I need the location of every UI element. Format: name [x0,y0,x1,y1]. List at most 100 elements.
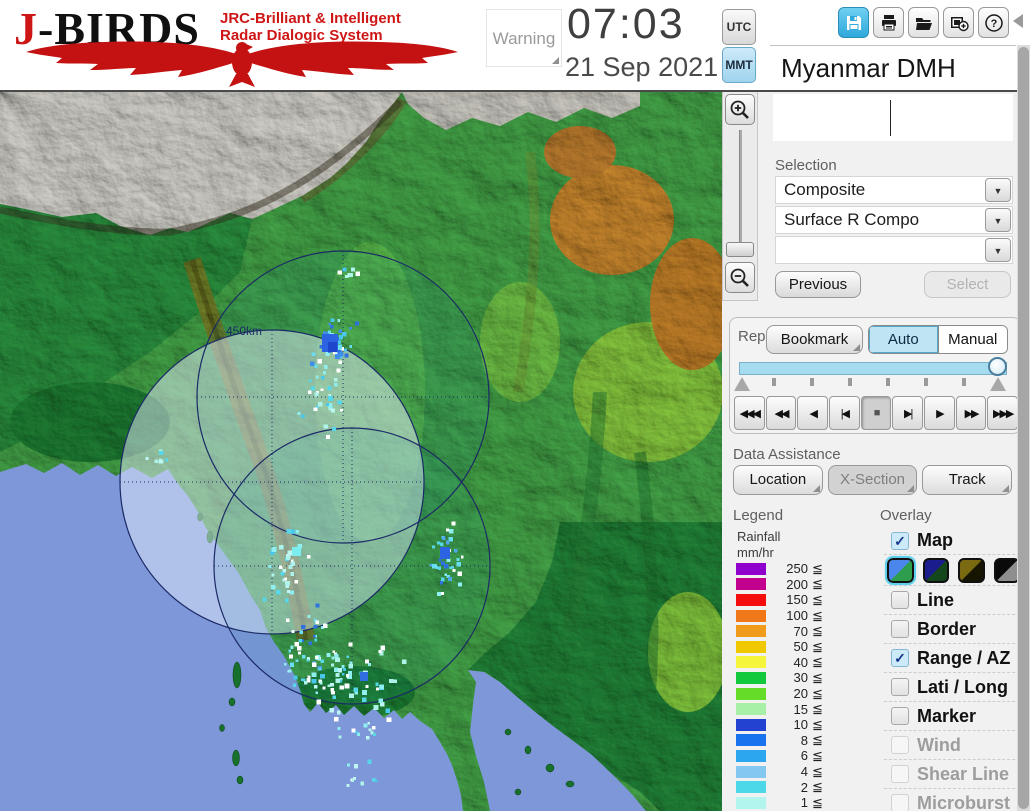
legend-value: 50 [793,639,808,655]
range-az-label[interactable]: Range / AZ [917,648,1010,669]
manual-button[interactable]: Manual [937,326,1007,353]
zoom-slider-track[interactable] [739,130,742,256]
rain-core [292,547,301,556]
map-checkbox[interactable]: ✓ [891,531,909,550]
legend-row-40: 40 ≦ [733,654,851,671]
map-style-swatch-2[interactable] [922,557,949,583]
previous-button[interactable]: Previous [775,271,861,298]
zoom-in-button[interactable] [725,94,755,125]
slider-tick [962,378,966,386]
utc-button[interactable]: UTC [722,9,756,45]
legend-unit-suffix: ≦ [812,669,823,685]
warning-fold-icon [552,57,559,64]
microburst-label: Microburst [917,792,1011,811]
legend-row-30: 30 ≦ [733,670,851,686]
bookmark-button[interactable]: Bookmark [766,325,863,354]
dropdown-value: Surface R Compo [784,210,920,229]
print-button[interactable] [873,7,904,38]
rewind-button[interactable]: ◀◀ [765,396,797,430]
legend-value: 70 [793,623,808,639]
radar-map[interactable]: 450km [0,92,734,811]
clock-time: 07:03 [567,0,685,48]
add-capture-button[interactable] [943,7,974,38]
line-checkbox[interactable] [891,591,909,609]
overlay-row-map: ✓ Map [884,527,1020,554]
slider-end-marker[interactable] [990,377,1006,391]
save-icon [846,15,861,30]
overlay-row-range-az: ✓ Range / AZ [884,643,1020,672]
mmt-button[interactable]: MMT [722,47,756,83]
dropdown-2[interactable]: Surface R Compo ▼ [775,206,1013,234]
play-forward-button[interactable]: ▶ [924,396,955,430]
add-capture-icon [950,16,969,31]
help-button[interactable]: ? [978,7,1009,38]
legend-label: Legend [733,507,784,524]
toolbar: ? [838,7,1009,38]
replay-slider-handle[interactable] [988,357,1007,376]
legend-unit-suffix: ≦ [812,576,823,592]
border-label[interactable]: Border [917,619,976,640]
dropdown-3[interactable]: ▼ [775,236,1013,264]
fold-icon [907,485,915,492]
border-checkbox[interactable] [891,620,909,638]
legend-value: 4 [800,764,808,780]
warning-button[interactable]: Warning [486,9,562,67]
lati-long-checkbox[interactable] [891,678,909,696]
legend-row-6: 6 ≦ [733,748,851,764]
slider-tick [772,378,776,386]
track-button[interactable]: Track [922,465,1013,495]
rewind-fast-button[interactable]: ◀◀◀ [734,396,765,430]
map-style-swatch-3[interactable] [958,557,985,583]
overlay-row-shear-line: Shear Line [884,759,1020,788]
slider-start-marker[interactable] [734,377,750,391]
zoom-slider-handle[interactable] [726,242,754,257]
save-button[interactable] [838,7,869,38]
legend-value: 20 [793,686,808,702]
range-az-checkbox[interactable]: ✓ [891,649,909,667]
overlay-row-lati-long: Lati / Long [884,672,1020,701]
legend-swatch [736,625,766,638]
location-button[interactable]: Location [733,465,823,495]
select-button[interactable]: Select [924,271,1011,298]
legend-row-15: 15 ≦ [733,701,851,717]
dropdown-1[interactable]: Composite ▼ [775,176,1013,204]
line-label[interactable]: Line [917,590,954,611]
map-style-swatch-1[interactable] [885,555,916,585]
rain-core [328,342,337,352]
legend-swatch [736,687,766,700]
legend-row-200: 200 ≦ [733,576,851,593]
map-label[interactable]: Map [917,530,953,551]
wind-checkbox [891,736,909,754]
step-forward-button[interactable]: ▶| [892,396,924,430]
replay-slider-track[interactable] [739,362,1007,375]
chevron-down-icon[interactable]: ▼ [985,208,1011,232]
stop-button[interactable]: ■ [860,396,892,430]
overlay-label: Overlay [880,507,932,524]
legend-swatch [736,671,766,684]
fold-icon [1002,485,1010,492]
shear-line-checkbox [891,765,909,783]
lati-long-label[interactable]: Lati / Long [917,677,1008,698]
open-folder-button[interactable] [908,7,939,38]
chevron-down-icon[interactable]: ▼ [985,238,1011,262]
panel-collapse-arrow[interactable] [1013,14,1023,28]
overlay-row-marker: Marker [884,701,1020,730]
marker-label[interactable]: Marker [917,706,976,727]
print-icon [881,14,896,30]
step-backward-button[interactable]: |◀ [829,396,860,430]
auto-button[interactable]: Auto [869,326,938,353]
map-zoom-control [722,92,758,301]
x-section-button[interactable]: X-Section [827,465,918,495]
forward-fast-button[interactable]: ▶▶▶ [987,396,1019,430]
legend-title-2: mm/hr [737,545,774,560]
button-label: X-Section [839,471,906,488]
legend-unit-suffix: ≦ [812,654,823,670]
replay-mode-switch: Auto Manual [868,325,1008,354]
zoom-out-button[interactable] [725,262,755,293]
play-backward-button[interactable]: ◀ [797,396,829,430]
forward-button[interactable]: ▶▶ [955,396,987,430]
chevron-down-icon[interactable]: ▼ [985,178,1011,202]
panel-scrollbar-thumb[interactable] [1018,47,1029,809]
shear-line-label: Shear Line [917,763,1010,784]
marker-checkbox[interactable] [891,707,909,725]
